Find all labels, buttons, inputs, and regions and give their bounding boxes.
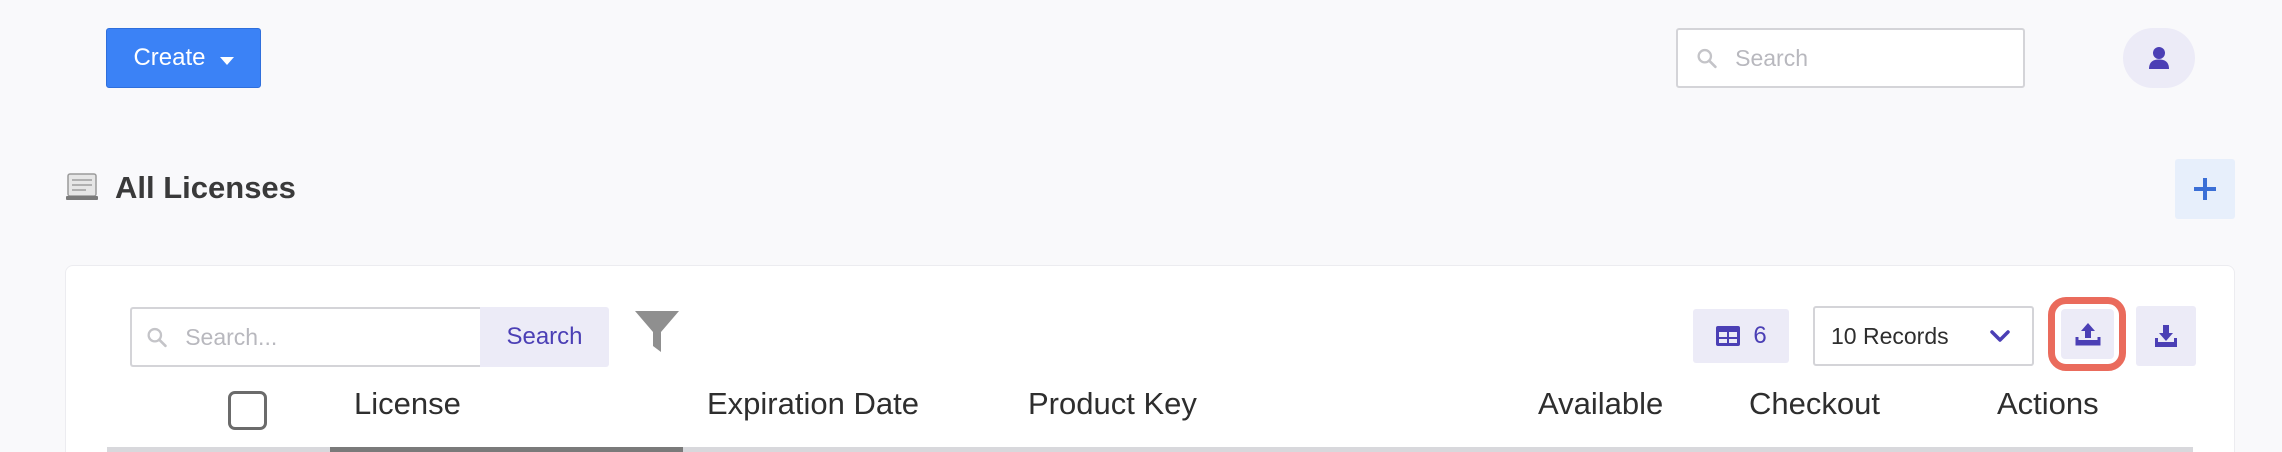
global-search[interactable] — [1676, 28, 2025, 88]
column-header-expiration-date[interactable]: Expiration Date — [707, 386, 919, 422]
search-icon — [147, 327, 167, 348]
plus-icon — [2194, 178, 2216, 200]
search-icon — [1697, 48, 1717, 69]
download-icon — [2155, 325, 2177, 347]
column-header-available[interactable]: Available — [1538, 386, 1663, 422]
create-button[interactable]: Create — [106, 28, 261, 88]
chevron-down-icon — [219, 57, 234, 65]
sort-indicator — [330, 447, 683, 452]
column-header-checkout[interactable]: Checkout — [1749, 386, 1880, 422]
records-per-page-value: 10 Records — [1831, 322, 1949, 349]
columns-toggle-button[interactable]: 6 — [1693, 309, 1789, 363]
columns-count: 6 — [1753, 322, 1767, 349]
filter-icon[interactable] — [633, 308, 681, 356]
table-search-button[interactable]: Search — [480, 307, 609, 367]
column-header-product-key[interactable]: Product Key — [1028, 386, 1197, 422]
select-all-checkbox[interactable] — [228, 391, 267, 430]
global-search-input[interactable] — [1735, 44, 2023, 72]
import-button[interactable] — [2061, 309, 2114, 359]
records-per-page-select[interactable]: 10 Records — [1813, 306, 2034, 366]
user-menu-button[interactable] — [2123, 28, 2195, 88]
export-button[interactable] — [2136, 306, 2196, 366]
chevron-down-icon — [1990, 330, 2010, 342]
create-button-label: Create — [133, 44, 206, 71]
upload-icon — [2075, 323, 2100, 346]
table-search[interactable] — [130, 307, 480, 367]
column-header-actions: Actions — [1997, 386, 2099, 421]
table-search-input[interactable] — [185, 323, 480, 351]
add-license-button[interactable] — [2175, 159, 2235, 219]
user-icon — [2149, 47, 2169, 69]
table-icon — [1716, 326, 1741, 346]
column-header-license[interactable]: License — [354, 386, 461, 422]
license-icon — [66, 173, 98, 200]
page-title: All Licenses — [115, 170, 296, 205]
